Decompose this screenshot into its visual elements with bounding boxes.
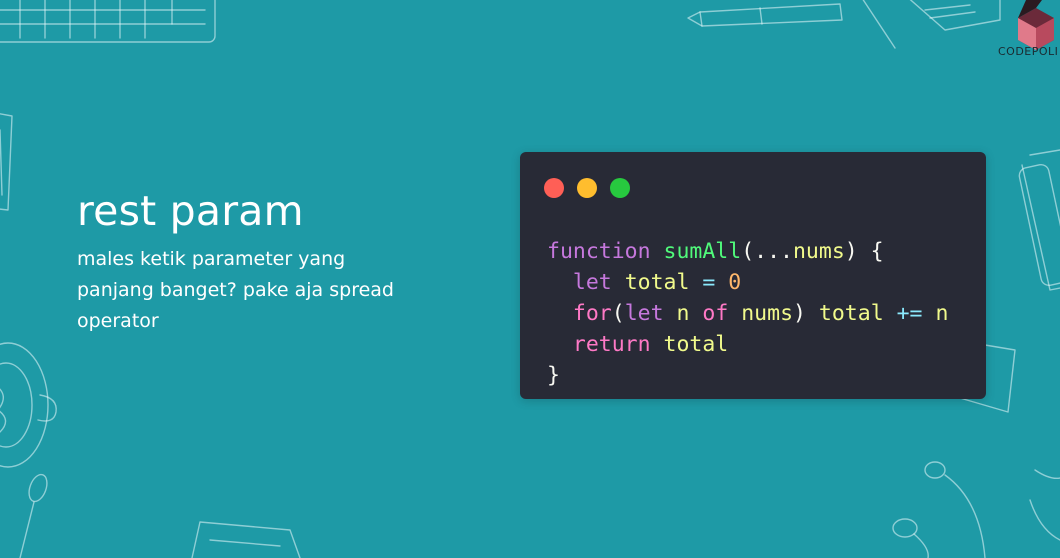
code-window: function sumAll(...nums) { let total = 0… [520,152,986,399]
keyboard-doodle [0,0,216,43]
logo-wordmark: CODEPOLI [998,45,1059,58]
maximize-dot-icon [610,178,630,198]
slide-title: rest param [77,187,304,235]
pen-doodle [687,0,1001,49]
slide-subtitle: males ketik parameter yang panjang bange… [77,248,394,332]
code-line-5: } [547,363,560,388]
code-line-2: let total = 0 [572,270,742,295]
notes-doodle [191,521,301,558]
code-line-3: for(let n of nums) total += n [572,301,949,326]
close-dot-icon [544,178,564,198]
phone-doodle-left [0,113,13,211]
phone-doodle-right [1018,149,1060,291]
earphones-doodle [892,461,1060,558]
minimize-dot-icon [577,178,597,198]
window-controls [544,178,630,198]
code-block: function sumAll(...nums) { let total = 0… [547,236,948,391]
code-line-1: function sumAll(...nums) { [547,239,884,264]
code-line-4: return total [572,332,729,357]
coffee-doodle [0,342,57,468]
spoon-doodle [19,473,48,558]
